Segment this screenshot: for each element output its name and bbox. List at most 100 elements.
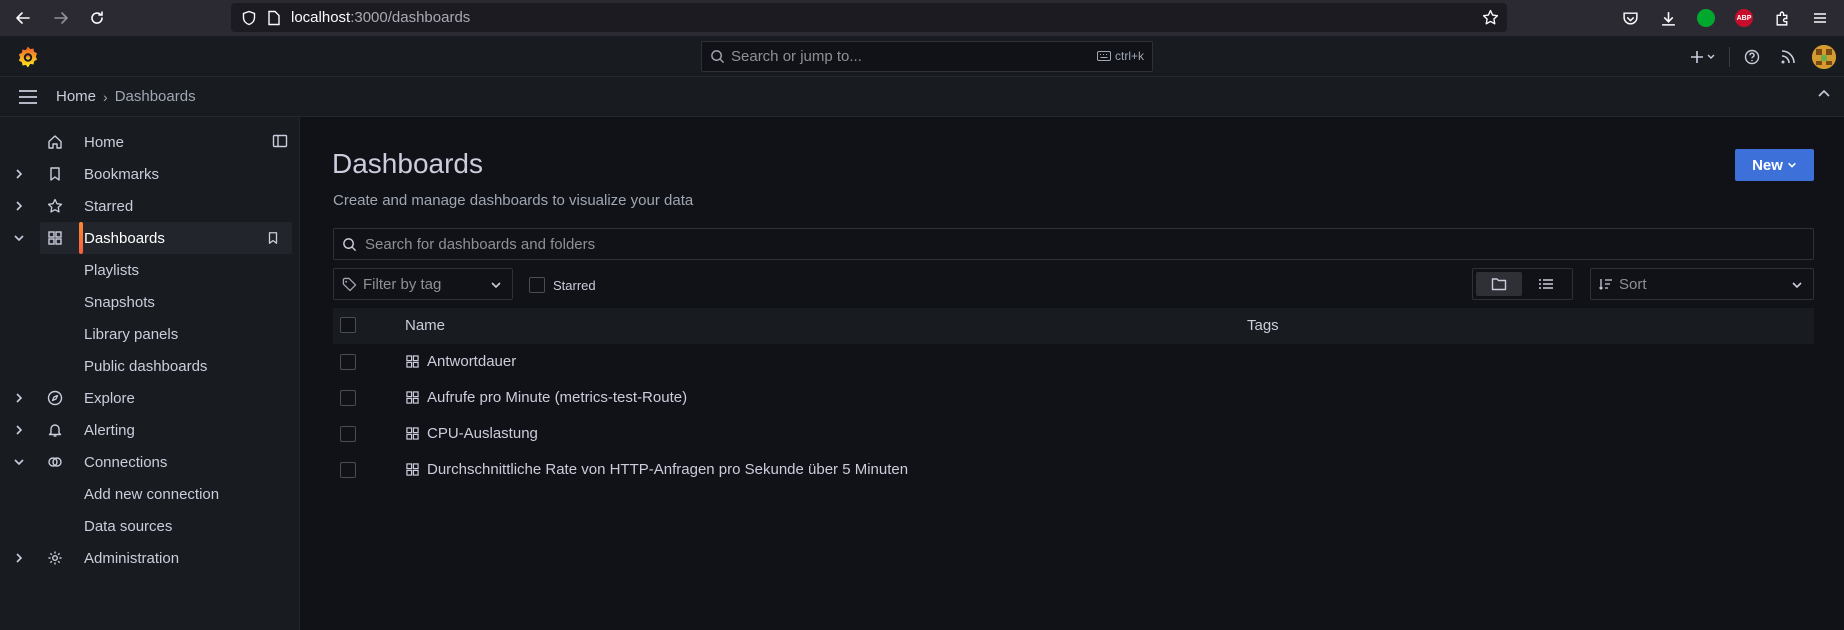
question-circle-icon [1744, 49, 1760, 64]
tag-filter-select[interactable]: Filter by tag [333, 268, 513, 300]
bookmark-star-icon[interactable] [1482, 9, 1499, 26]
sidebar-item-label: Starred [84, 197, 134, 215]
tag-icon [342, 277, 357, 292]
sidebar-item-starred[interactable]: Starred [0, 190, 292, 222]
reload-button[interactable] [82, 3, 112, 33]
link-icon [47, 454, 63, 470]
main-content: Dashboards Create and manage dashboards … [301, 117, 1844, 630]
sidebar-item-add-new-connection[interactable]: Add new connection [0, 478, 292, 510]
table-row[interactable]: CPU-Auslastung [333, 416, 1814, 452]
sidebar-item-label: Bookmarks [84, 165, 160, 183]
sidebar-item-home[interactable]: Home [0, 126, 292, 158]
shield-icon[interactable] [241, 10, 257, 26]
chevron-right-icon[interactable] [13, 168, 25, 180]
sidebar-item-label: Add new connection [84, 485, 220, 503]
adblock-plus-icon[interactable]: ABP [1730, 4, 1758, 32]
dashboard-search-input[interactable]: Search for dashboards and folders [333, 228, 1814, 260]
search-placeholder: Search or jump to... [731, 48, 862, 65]
row-checkbox[interactable] [340, 354, 356, 370]
sidebar-item-bookmarks[interactable]: Bookmarks [0, 158, 292, 190]
new-button[interactable]: New [1735, 149, 1814, 181]
chevron-down-icon [1788, 162, 1796, 168]
sidebar-item-connections[interactable]: Connections [0, 446, 292, 478]
sidebar-item-label: Data sources [84, 517, 173, 535]
search-icon [710, 49, 725, 64]
dashboard-link[interactable]: Antwortdauer [427, 353, 516, 370]
row-checkbox[interactable] [340, 426, 356, 442]
extensions-puzzle-icon[interactable] [1768, 4, 1796, 32]
folder-view-button[interactable] [1476, 272, 1522, 296]
table-header: Name Tags [333, 308, 1814, 344]
sidebar-item-label: Public dashboards [84, 357, 208, 375]
user-avatar[interactable] [1812, 44, 1836, 69]
global-search-input[interactable]: Search or jump to... ctrl+k [701, 41, 1153, 72]
breadcrumb-home-link[interactable]: Home [56, 88, 96, 105]
chevron-right-icon[interactable] [13, 424, 25, 436]
dashboard-icon [406, 355, 419, 368]
collapse-topbar-button[interactable] [1816, 86, 1832, 102]
sidebar-item-explore[interactable]: Explore [0, 382, 292, 414]
star-icon [47, 198, 63, 214]
table-row[interactable]: Durchschnittliche Rate von HTTP-Anfragen… [333, 452, 1814, 488]
news-feed-button[interactable] [1770, 41, 1806, 72]
sidebar-item-administration[interactable]: Administration [0, 542, 292, 574]
row-checkbox[interactable] [340, 390, 356, 406]
sidebar-item-snapshots[interactable]: Snapshots [0, 286, 292, 318]
shortcut-label: ctrl+k [1114, 49, 1144, 63]
chevron-down-icon[interactable] [13, 232, 25, 244]
dashboard-link[interactable]: Aufrufe pro Minute (metrics-test-Route) [427, 389, 687, 406]
sidebar-item-label: Library panels [84, 325, 179, 343]
sort-placeholder: Sort [1619, 275, 1647, 293]
green-extension-icon[interactable] [1692, 4, 1720, 32]
breadcrumb-separator: › [103, 88, 108, 105]
sidebar-item-label: Alerting [84, 421, 135, 439]
chevron-right-icon[interactable] [13, 200, 25, 212]
url-host: localhost [291, 9, 351, 26]
url-bar[interactable]: localhost:3000/dashboards [231, 3, 1507, 32]
sidebar-item-label: Dashboards [84, 229, 165, 247]
chevron-right-icon[interactable] [13, 392, 25, 404]
menu-icon[interactable] [1806, 4, 1834, 32]
mega-menu-toggle[interactable] [16, 85, 40, 109]
browser-extensions: ABP [1616, 0, 1844, 36]
sidebar-item-public-dashboards[interactable]: Public dashboards [0, 350, 292, 382]
arrow-left-icon [16, 12, 30, 24]
bookmark-icon [47, 166, 63, 182]
sort-select[interactable]: Sort [1590, 268, 1814, 300]
sidebar-item-library-panels[interactable]: Library panels [0, 318, 292, 350]
divider [1729, 46, 1730, 67]
bookmark-icon[interactable] [266, 231, 280, 245]
sidebar-item-data-sources[interactable]: Data sources [0, 510, 292, 542]
dashboard-link[interactable]: Durchschnittliche Rate von HTTP-Anfragen… [427, 461, 908, 478]
row-checkbox[interactable] [340, 462, 356, 478]
chevron-right-icon[interactable] [13, 552, 25, 564]
sidebar-item-playlists[interactable]: Playlists [0, 254, 292, 286]
chevron-up-icon [1818, 89, 1830, 97]
list-view-button[interactable] [1524, 272, 1570, 296]
sidebar-item-alerting[interactable]: Alerting [0, 414, 292, 446]
grafana-logo-icon[interactable] [16, 45, 40, 69]
help-button[interactable] [1734, 41, 1770, 72]
select-all-checkbox[interactable] [340, 317, 356, 333]
sidebar-item-dashboards[interactable]: Dashboards [14, 222, 292, 254]
starred-filter[interactable]: Starred [529, 277, 596, 293]
reload-icon [91, 11, 103, 24]
plus-icon [1691, 50, 1715, 63]
chevron-down-icon[interactable] [13, 456, 25, 468]
add-new-button[interactable] [1681, 41, 1725, 72]
page-icon[interactable] [267, 10, 281, 26]
forward-button[interactable] [46, 3, 76, 33]
home-icon [47, 134, 63, 150]
dashboard-icon [406, 427, 419, 440]
view-toggle [1472, 268, 1573, 300]
table-row[interactable]: Antwortdauer [333, 344, 1814, 380]
table-row[interactable]: Aufrufe pro Minute (metrics-test-Route) [333, 380, 1814, 416]
download-icon[interactable] [1654, 4, 1682, 32]
back-button[interactable] [8, 3, 38, 33]
starred-checkbox[interactable] [529, 277, 545, 293]
dashboard-link[interactable]: CPU-Auslastung [427, 425, 538, 442]
rss-icon [1781, 49, 1795, 63]
url-text: localhost:3000/dashboards [291, 9, 470, 26]
sidebar-item-label: Snapshots [84, 293, 155, 311]
pocket-icon[interactable] [1616, 4, 1644, 32]
